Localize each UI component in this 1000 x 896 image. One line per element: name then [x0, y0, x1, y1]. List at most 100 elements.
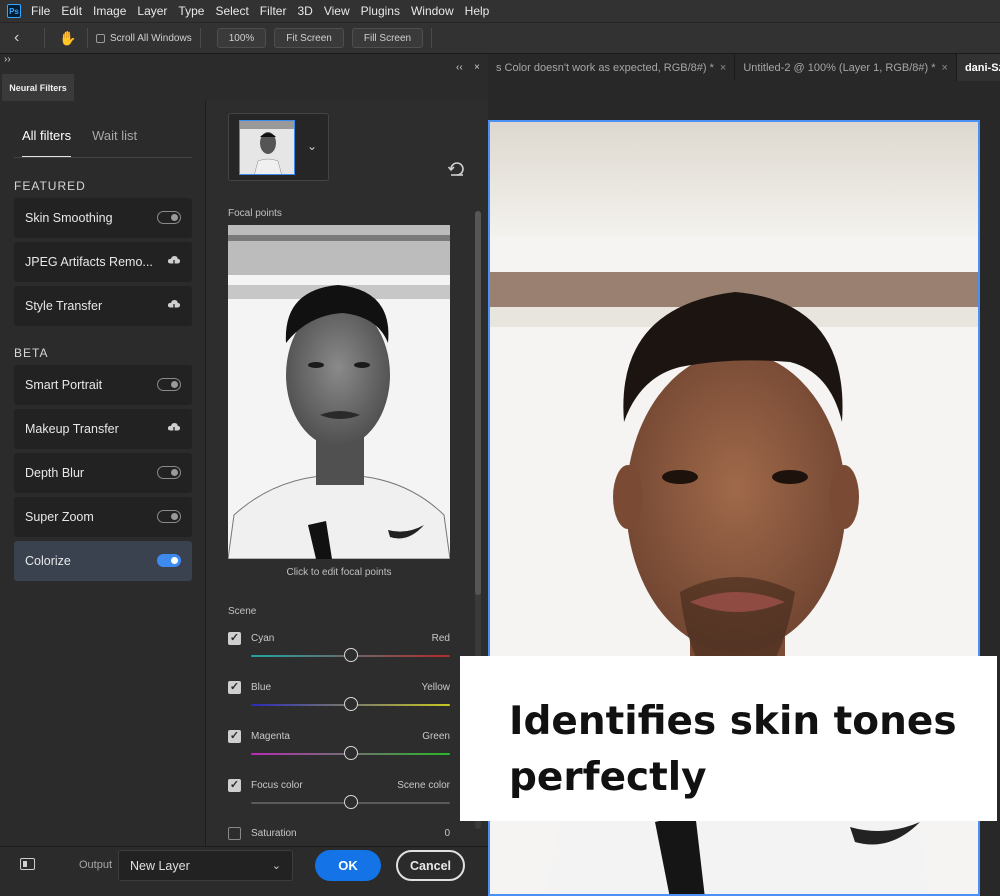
show-layers-icon[interactable] [20, 858, 35, 870]
slider-knob[interactable] [343, 795, 358, 809]
focal-points-preview[interactable] [228, 225, 450, 559]
tabs-divider [14, 157, 192, 158]
reset-icon[interactable] [448, 159, 466, 177]
chevron-down-icon[interactable]: ⌄ [307, 139, 317, 153]
options-separator [199, 28, 201, 48]
doc-tab-1[interactable]: s Color doesn't work as expected, RGB/8#… [488, 54, 736, 81]
preview-caption: Click to edit focal points [286, 567, 392, 578]
callout-box: Identifies skin tones perfectly [460, 656, 997, 821]
cloud-download-icon[interactable] [167, 254, 181, 268]
hand-tool-icon[interactable]: ✋ [59, 30, 79, 47]
slider-cyan-red: ✓ Cyan Red [228, 632, 450, 672]
filter-label: Makeup Transfer [25, 422, 119, 436]
doc-tab-label: dani-SzHsiY [964, 61, 1000, 74]
slider-checkbox[interactable]: ✓ [228, 730, 241, 743]
cancel-button[interactable]: Cancel [396, 850, 465, 881]
menu-help[interactable]: Help [465, 4, 490, 18]
slider-left-label: Magenta [251, 731, 290, 742]
zoom-100-button[interactable]: 100% [216, 28, 267, 48]
close-icon[interactable]: × [720, 62, 726, 74]
output-select[interactable]: New Layer ⌄ [118, 850, 293, 881]
menu-layer[interactable]: Layer [137, 4, 167, 18]
menu-view[interactable]: View [324, 4, 350, 18]
collapse-panels-icon[interactable]: ›› [4, 54, 11, 65]
neural-filters-tab[interactable]: Neural Filters [2, 74, 74, 101]
fill-screen-button[interactable]: Fill Screen [351, 28, 424, 48]
doc-tab-label: s Color doesn't work as expected, RGB/8#… [496, 61, 714, 74]
filter-super-zoom[interactable]: Super Zoom [14, 497, 192, 537]
slider-left-label: Saturation [251, 828, 297, 839]
filter-depth-blur[interactable]: Depth Blur [14, 453, 192, 493]
tab-all-filters[interactable]: All filters [22, 128, 72, 158]
slider-checkbox[interactable]: ✓ [228, 681, 241, 694]
tab-wait-list[interactable]: Wait list [92, 128, 137, 158]
section-featured: FEATURED [14, 179, 86, 193]
menu-3d[interactable]: 3D [297, 4, 312, 18]
close-icon[interactable]: × [942, 62, 948, 74]
slider-focus-scene: ✓ Focus color Scene color [228, 779, 450, 819]
slider-left-label: Cyan [251, 633, 275, 644]
output-value: New Layer [130, 858, 190, 873]
photoshop-logo-icon: Ps [7, 4, 21, 18]
slider-value: 0 [444, 828, 450, 839]
filter-label: Depth Blur [25, 466, 85, 480]
preview-image [228, 225, 450, 559]
menu-file[interactable]: File [31, 4, 50, 18]
collapse-panel-icon[interactable]: ‹‹ [456, 62, 463, 73]
toggle-switch[interactable] [157, 211, 181, 224]
slider-right-label: Red [431, 633, 450, 644]
filter-makeup-transfer[interactable]: Makeup Transfer [14, 409, 192, 449]
slider-right-label: Green [422, 731, 450, 742]
toggle-switch[interactable] [157, 510, 181, 523]
menu-window[interactable]: Window [411, 4, 454, 18]
menu-filter[interactable]: Filter [260, 4, 287, 18]
section-beta: BETA [14, 346, 49, 360]
slider-right-label: Yellow [421, 682, 450, 693]
neural-filters-panel-header: ›› ‹‹ × Neural Filters [0, 54, 488, 101]
cloud-download-icon[interactable] [167, 298, 181, 312]
colorize-settings-column: ⌄ Focal points Click to edit focal point… [206, 101, 488, 846]
scrollbar-thumb[interactable] [475, 211, 481, 595]
slider-knob[interactable] [343, 746, 358, 760]
filter-list-column: All filters Wait list FEATURED Skin Smoo… [0, 101, 205, 846]
callout-line-1: Identifies skin tones [509, 699, 957, 744]
slider-knob[interactable] [343, 697, 358, 711]
filter-smart-portrait[interactable]: Smart Portrait [14, 365, 192, 405]
scene-label: Scene [228, 606, 257, 617]
slider-blue-yellow: ✓ Blue Yellow [228, 681, 450, 721]
menu-type[interactable]: Type [178, 4, 204, 18]
slider-checkbox[interactable]: ✓ [228, 632, 241, 645]
back-arrow-icon[interactable]: ‹ [14, 29, 36, 47]
toggle-switch[interactable] [157, 378, 181, 391]
chevron-down-icon: ⌄ [271, 860, 281, 872]
panel-close-icon[interactable]: × [474, 62, 480, 73]
document-tab-bar: s Color doesn't work as expected, RGB/8#… [488, 54, 1000, 81]
menu-select[interactable]: Select [215, 4, 248, 18]
scroll-all-windows-checkbox[interactable] [96, 33, 105, 43]
slider-checkbox[interactable] [228, 827, 241, 840]
slider-right-label: Scene color [397, 780, 450, 791]
ok-button[interactable]: OK [315, 850, 381, 881]
output-label: Output [79, 859, 113, 871]
filter-label: Smart Portrait [25, 378, 103, 392]
filter-jpeg-artifacts[interactable]: JPEG Artifacts Remo... [14, 242, 192, 282]
toggle-switch[interactable] [157, 466, 181, 479]
toggle-switch[interactable] [157, 554, 181, 567]
slider-knob[interactable] [343, 648, 358, 662]
menu-plugins[interactable]: Plugins [361, 4, 400, 18]
doc-tab-label: Untitled-2 @ 100% (Layer 1, RGB/8#) * [743, 61, 936, 74]
slider-checkbox[interactable]: ✓ [228, 779, 241, 792]
focal-points-label: Focal points [228, 208, 282, 219]
fit-screen-button[interactable]: Fit Screen [274, 28, 344, 48]
reference-image-picker[interactable]: ⌄ [228, 113, 329, 181]
doc-tab-2[interactable]: Untitled-2 @ 100% (Layer 1, RGB/8#) * × [735, 54, 957, 81]
filter-style-transfer[interactable]: Style Transfer [14, 286, 192, 326]
callout-line-2: perfectly [509, 755, 707, 800]
filter-colorize[interactable]: Colorize [14, 541, 192, 581]
slider-left-label: Focus color [251, 780, 303, 791]
menu-edit[interactable]: Edit [61, 4, 82, 18]
menu-image[interactable]: Image [93, 4, 126, 18]
doc-tab-active[interactable]: dani-SzHsiY [956, 54, 1000, 81]
cloud-download-icon[interactable] [167, 421, 181, 435]
filter-skin-smoothing[interactable]: Skin Smoothing [14, 198, 192, 238]
